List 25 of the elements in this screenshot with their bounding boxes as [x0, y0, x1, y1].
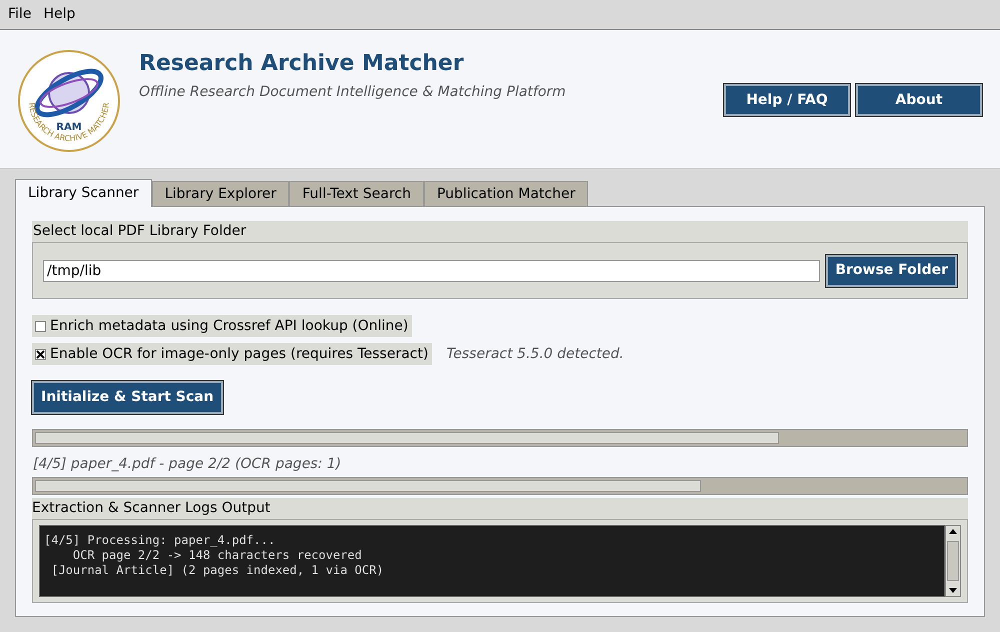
log-line: [Journal Article] (2 pages indexed, 1 via OCR): [50, 563, 385, 578]
option-checkbox[interactable]: Enrich metadata using Crossref API lookup (Online): [32, 315, 412, 337]
menu-item[interactable]: File: [2, 4, 38, 25]
tab[interactable]: Library Scanner: [15, 179, 152, 207]
scan-status-text: [4/5] paper_4.pdf - page 2/2 (OCR pages: 1): [32, 455, 342, 474]
app-subtitle: Offline Research Document Intelligence & Matching Platform: [139, 83, 566, 102]
section-label: Extraction & Scanner Logs Output: [32, 498, 968, 519]
folder-field[interactable]: /tmp/lib: [43, 260, 820, 282]
tab[interactable]: Full-Text Search: [289, 181, 424, 207]
option-checkbox[interactable]: Enable OCR for image-only pages (requires Tesseract): [32, 343, 432, 365]
browse-folder-button[interactable]: Browse Folder: [826, 254, 957, 286]
log-line: [4/5] Processing: paper_4.pdf...: [44, 533, 276, 548]
check-icon: [36, 350, 45, 358]
scroll-thumb[interactable]: [947, 541, 959, 581]
section-label: Select local PDF Library Folder: [32, 221, 968, 242]
about-button[interactable]: About: [856, 84, 982, 116]
menu-item[interactable]: Help: [37, 4, 82, 25]
tab[interactable]: Library Explorer: [152, 181, 290, 207]
help-button[interactable]: Help / FAQ: [724, 84, 850, 116]
tab[interactable]: Publication Matcher: [424, 181, 588, 207]
log-line: OCR page 2/2 -> 148 characters recovered: [72, 548, 363, 563]
app-title: Research Archive Matcher: [139, 50, 465, 78]
detection-note: Tesseract 5.5.0 detected.: [446, 344, 624, 364]
scrollbar[interactable]: [945, 525, 961, 597]
start-scan-button[interactable]: Initialize & Start Scan: [32, 381, 223, 414]
